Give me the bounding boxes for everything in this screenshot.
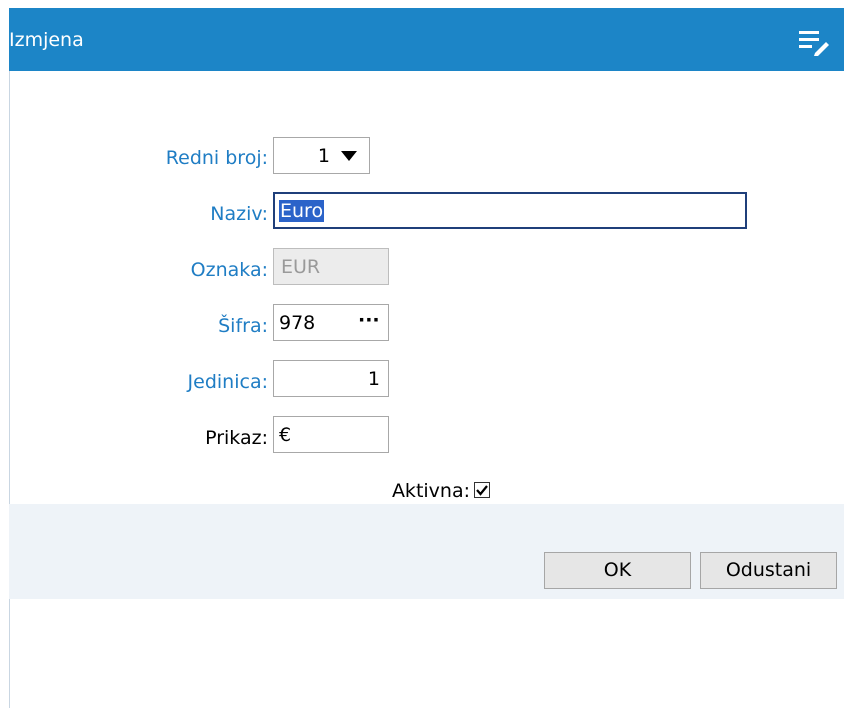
naziv-input[interactable]: Euro [273, 192, 747, 229]
ok-button[interactable]: OK [544, 552, 691, 589]
jedinica-input[interactable]: 1 [273, 360, 389, 397]
list-edit-icon[interactable] [799, 28, 831, 56]
redni-broj-label: Redni broj: [165, 147, 268, 169]
redni-broj-dropdown[interactable]: 1 [273, 137, 370, 174]
aktivna-checkbox[interactable] [474, 482, 490, 498]
oznaka-value: EUR [281, 256, 321, 278]
dialog-title: Izmjena [9, 29, 84, 51]
sifra-value: 978 [279, 312, 316, 334]
jedinica-label: Jedinica: [187, 371, 268, 393]
prikaz-input[interactable]: € [273, 416, 389, 453]
naziv-label: Naziv: [210, 203, 268, 225]
sifra-label: Šifra: [218, 315, 268, 337]
title-bar: Izmjena [9, 8, 844, 71]
aktivna-label: Aktivna: [391, 480, 470, 502]
oznaka-label: Oznaka: [190, 259, 268, 281]
jedinica-value: 1 [367, 368, 380, 390]
prikaz-value: € [279, 424, 292, 446]
checkmark-icon [476, 485, 488, 496]
naziv-value: Euro [279, 200, 325, 222]
cancel-button[interactable]: Odustani [700, 552, 837, 589]
sifra-input[interactable]: 978 ··· [273, 304, 389, 341]
prikaz-label: Prikaz: [205, 427, 268, 449]
dropdown-arrow-icon[interactable] [341, 151, 357, 161]
dialog-body [9, 71, 844, 708]
oznaka-input-disabled: EUR [273, 248, 389, 285]
redni-broj-value: 1 [317, 145, 330, 167]
sifra-browse-button[interactable]: ··· [358, 309, 380, 331]
